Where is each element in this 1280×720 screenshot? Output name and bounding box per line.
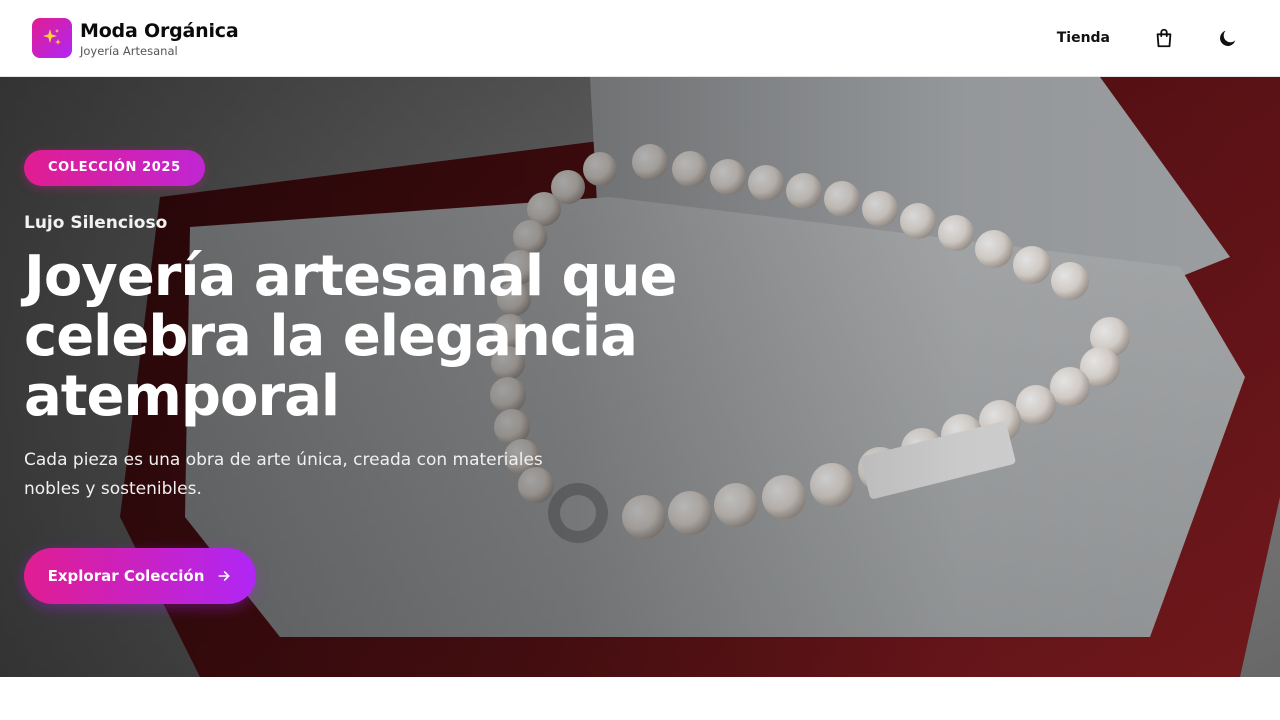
hero-headline: Joyería artesanal que celebra la eleganc… xyxy=(24,244,677,429)
collection-badge: COLECCIÓN 2025 xyxy=(24,150,205,186)
hero-content: COLECCIÓN 2025 Lujo Silencioso Joyería a… xyxy=(24,150,724,504)
brand-title: Moda Orgánica xyxy=(80,19,239,42)
explore-collection-button[interactable]: Explorar Colección xyxy=(24,548,256,604)
brand-subtitle: Joyería Artesanal xyxy=(80,43,178,58)
cta-label: Explorar Colección xyxy=(47,567,205,585)
hero-section: COLECCIÓN 2025 Lujo Silencioso Joyería a… xyxy=(0,77,1280,677)
sparkles-icon xyxy=(32,18,72,58)
main-nav: Tienda xyxy=(1057,18,1248,58)
arrow-right-icon xyxy=(218,571,230,581)
hero-eyebrow: Lujo Silencioso xyxy=(24,213,168,233)
brand[interactable]: Moda Orgánica Joyería Artesanal xyxy=(32,18,239,58)
site-header: Moda Orgánica Joyería Artesanal Tienda xyxy=(0,0,1280,77)
hero-description: Cada pieza es una obra de arte única, cr… xyxy=(24,450,543,499)
shopping-bag-icon[interactable] xyxy=(1144,18,1184,58)
moon-icon[interactable] xyxy=(1208,18,1248,58)
nav-link-tienda[interactable]: Tienda xyxy=(1057,30,1110,46)
